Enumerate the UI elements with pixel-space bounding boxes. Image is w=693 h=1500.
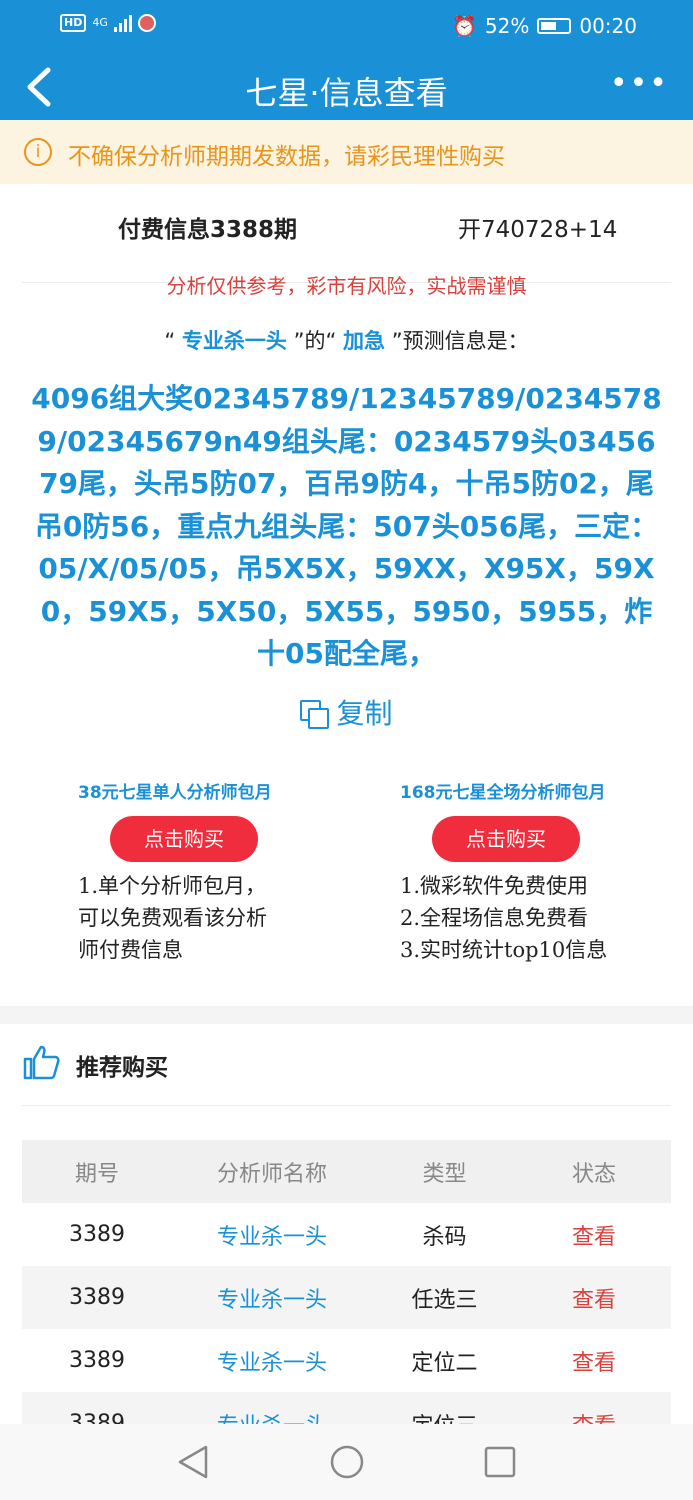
alarm-icon: ⏰ <box>452 14 477 38</box>
copy-label: 复制 <box>336 697 393 730</box>
recommend-title: 推荐购买 <box>76 1055 168 1081</box>
nav-recents-icon[interactable] <box>483 1444 517 1480</box>
analyst-link[interactable]: 专业杀一头 <box>172 1345 372 1377</box>
table-header: 期号 分析师名称 类型 状态 <box>22 1140 671 1203</box>
signal-icon <box>113 14 132 32</box>
issue-title: 付费信息3388期 <box>118 217 298 243</box>
plan-single: 38元七星单人分析师包月 点击购买 1.单个分析师包月， 可以免费观看该分析 师… <box>78 778 378 962</box>
divider <box>22 1105 671 1106</box>
analyst-name[interactable]: 专业杀一头 <box>182 329 287 353</box>
copy-button[interactable]: 复制 <box>0 692 693 732</box>
view-link[interactable]: 查看 <box>517 1345 671 1377</box>
buy-button[interactable]: 点击购买 <box>432 816 580 862</box>
plan-title: 168元七星全场分析师包月 <box>400 783 606 803</box>
section-separator <box>0 1006 693 1024</box>
plan-description: 1.单个分析师包月， 可以免费观看该分析 师付费信息 <box>78 874 267 962</box>
prediction-text: 4096组大奖02345789/12345789/02345789/023456… <box>31 382 662 670</box>
system-nav-bar <box>0 1424 693 1500</box>
plan-title: 38元七星单人分析师包月 <box>78 783 272 803</box>
table-row: 3389 专业杀一头 杀码 查看 <box>22 1203 671 1266</box>
info-circle-icon: i <box>24 138 52 166</box>
hd-icon: HD <box>60 14 87 32</box>
notification-icon <box>137 14 156 32</box>
battery-percent: 52% <box>484 14 530 38</box>
analyst-link[interactable]: 专业杀一头 <box>172 1282 372 1314</box>
page-title: 七星·信息查看 <box>245 74 448 112</box>
nav-home-icon[interactable] <box>329 1444 365 1480</box>
view-link[interactable]: 查看 <box>517 1282 671 1314</box>
notice-banner: i 不确保分析师期期发数据，请彩民理性购买 <box>0 120 693 184</box>
prediction-type: 加急 <box>343 329 386 353</box>
copy-icon <box>300 700 330 729</box>
prediction-caption: “ 专业杀一头 ”的“ 加急 ”预测信息是： <box>164 329 529 353</box>
more-dots-icon[interactable]: ••• <box>610 69 669 99</box>
network-type: 4G <box>92 16 108 29</box>
table-row: 3389 专业杀一头 任选三 查看 <box>22 1266 671 1329</box>
battery-icon <box>537 18 572 34</box>
nav-back-icon[interactable] <box>176 1444 210 1480</box>
status-bar: HD 4G ⏰ 52% 00:20 <box>0 0 693 54</box>
risk-warning: 分析仅供参考，彩市有风险，实战需谨慎 <box>166 274 527 298</box>
recommend-table: 期号 分析师名称 类型 状态 3389 专业杀一头 杀码 查看 3389 专业杀… <box>22 1140 671 1455</box>
table-row: 3389 专业杀一头 定位二 查看 <box>22 1329 671 1392</box>
clock: 00:20 <box>579 14 637 38</box>
title-bar: 七星·信息查看 ••• <box>0 54 693 120</box>
thumbs-up-icon <box>23 1045 60 1080</box>
plan-description: 1.微彩软件免费使用 2.全程场信息免费看 3.实时统计top10信息 <box>400 874 608 962</box>
plan-all: 168元七星全场分析师包月 点击购买 1.微彩软件免费使用 2.全程场信息免费看… <box>400 778 693 962</box>
view-link[interactable]: 查看 <box>517 1219 671 1251</box>
recommend-header: 推荐购买 <box>22 1043 168 1085</box>
analyst-link[interactable]: 专业杀一头 <box>172 1219 372 1251</box>
notice-text: 不确保分析师期期发数据，请彩民理性购买 <box>68 144 505 170</box>
buy-button[interactable]: 点击购买 <box>110 816 258 862</box>
draw-result: 开740728+14 <box>458 217 618 243</box>
